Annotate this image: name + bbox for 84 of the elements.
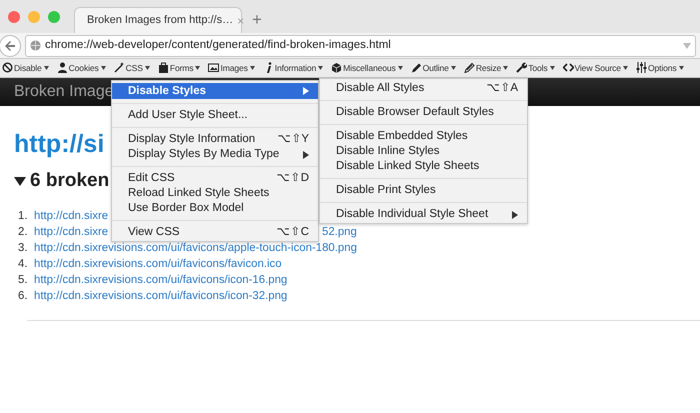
menu-item[interactable]: Disable Embedded Styles [320,129,527,144]
menu-item[interactable]: Disable Linked Style Sheets [320,159,527,174]
menu-item[interactable]: Display Styles By Media Type [112,147,318,162]
submenu-arrow-icon [512,210,518,218]
toolbar-menu-button[interactable]: Miscellaneous [331,62,403,74]
menu-item[interactable]: Use Border Box Model [112,201,318,216]
caret-icon [450,66,456,70]
pencil-icon [410,62,422,74]
picture-icon [208,62,220,74]
close-window-button[interactable] [8,10,20,22]
toolbar-menu-button[interactable]: Outline [410,62,456,74]
submenu-arrow-icon [303,87,309,95]
shortcut-text: ⌥⇧A [486,81,518,96]
caret-icon [195,66,200,70]
wrench-icon [516,62,528,74]
url-text: chrome://web-developer/content/generated/find-broken-images.html [45,38,391,53]
menu-item[interactable]: Disable Browser Default Styles [320,105,527,120]
list-number: 5. [18,273,28,288]
menu-item[interactable]: Reload Linked Style Sheets [112,186,318,201]
cube-icon [331,62,342,74]
toolbar-menu-button[interactable]: Information [262,62,324,74]
back-arrow-icon [4,40,16,52]
caret-icon [678,66,684,70]
page-heading: http://si [14,129,104,160]
disable-icon [2,62,13,74]
caret-icon [398,66,403,70]
menu-item[interactable]: View CSS ⌥⇧C [112,225,318,240]
toolbar-menu-button[interactable]: Forms [158,62,200,74]
list-number: 4. [18,257,28,272]
toolbar-menu-button[interactable]: Resize [464,62,508,74]
code-icon [562,62,574,74]
toolbar-menu-button[interactable]: Images [208,62,255,74]
disclosure-triangle-icon[interactable] [14,176,26,186]
shortcut-text: ⌥⇧D [276,171,309,186]
list-number: 6. [18,289,28,304]
caret-icon [250,66,255,70]
browser-tab[interactable]: Broken Images from http://s… × [74,7,242,33]
toolbar-menu-button[interactable]: Options [636,62,684,74]
link[interactable]: http://cdn.sixrevisions.com/ui/favicons/apple-touch-icon-180.png [34,240,357,256]
list-number: 2. [18,225,28,240]
new-tab-button[interactable]: + [242,6,262,33]
person-icon [56,62,68,74]
menu-item[interactable]: Add User Style Sheet... [112,108,318,123]
globe-icon [30,40,41,51]
dropdown-icon[interactable] [683,42,691,48]
menu-item[interactable]: Disable Print Styles [320,183,527,198]
section-heading: 6 broken [30,169,110,193]
menu-item[interactable]: Display Style Information ⌥⇧Y [112,132,318,147]
caret-icon [144,66,150,70]
caret-icon [318,66,324,70]
toolbar-menu-button[interactable]: CSS [114,62,150,74]
link[interactable]: http://cdn.sixre [34,208,108,224]
menu-item[interactable]: Disable Inline Styles [320,144,527,159]
caret-icon [44,66,49,70]
wand-icon [114,62,125,74]
shortcut-text: ⌥⇧Y [277,132,309,147]
caret-icon [550,66,554,70]
minimize-window-button[interactable] [28,10,40,22]
link[interactable]: http://cdn.sixrevisions.com/ui/favicons/favicon.ico [34,256,282,272]
list-number: 3. [18,241,28,256]
menu-item[interactable]: Disable Styles [112,83,318,99]
address-field[interactable]: chrome://web-developer/content/generated/find-broken-images.html [25,34,696,56]
menu-item[interactable]: Disable All Styles ⌥⇧A [320,81,527,96]
list-number: 1. [18,209,28,224]
submenu-arrow-icon [303,150,309,158]
menu-item[interactable]: Edit CSS ⌥⇧D [112,171,318,186]
toolbar-menu-button[interactable]: View Source [562,62,628,74]
caret-icon [100,66,106,70]
back-button[interactable] [0,34,21,56]
caret-icon [503,66,508,70]
menu-item[interactable]: Disable Individual Style Sheet [320,207,527,222]
toolbar-menu-button[interactable]: Tools [516,62,554,74]
toolbar-menu-button[interactable]: Cookies [56,62,106,74]
link[interactable]: http://cdn.sixre [34,226,108,238]
toolbar-menu-button[interactable]: Disable [2,62,49,74]
sliders-icon [636,62,647,74]
briefcase-icon [158,62,169,74]
link[interactable]: 52.png [322,224,357,240]
link[interactable]: http://cdn.sixrevisions.com/ui/favicons/icon-16.png [34,272,288,288]
tab-title: Broken Images from http://s… [87,13,234,28]
shortcut-text: ⌥⇧C [276,225,309,240]
maximize-window-button[interactable] [48,10,60,22]
caret-icon [622,66,628,70]
link[interactable]: http://cdn.sixrevisions.com/ui/favicons/icon-32.png [34,288,288,304]
